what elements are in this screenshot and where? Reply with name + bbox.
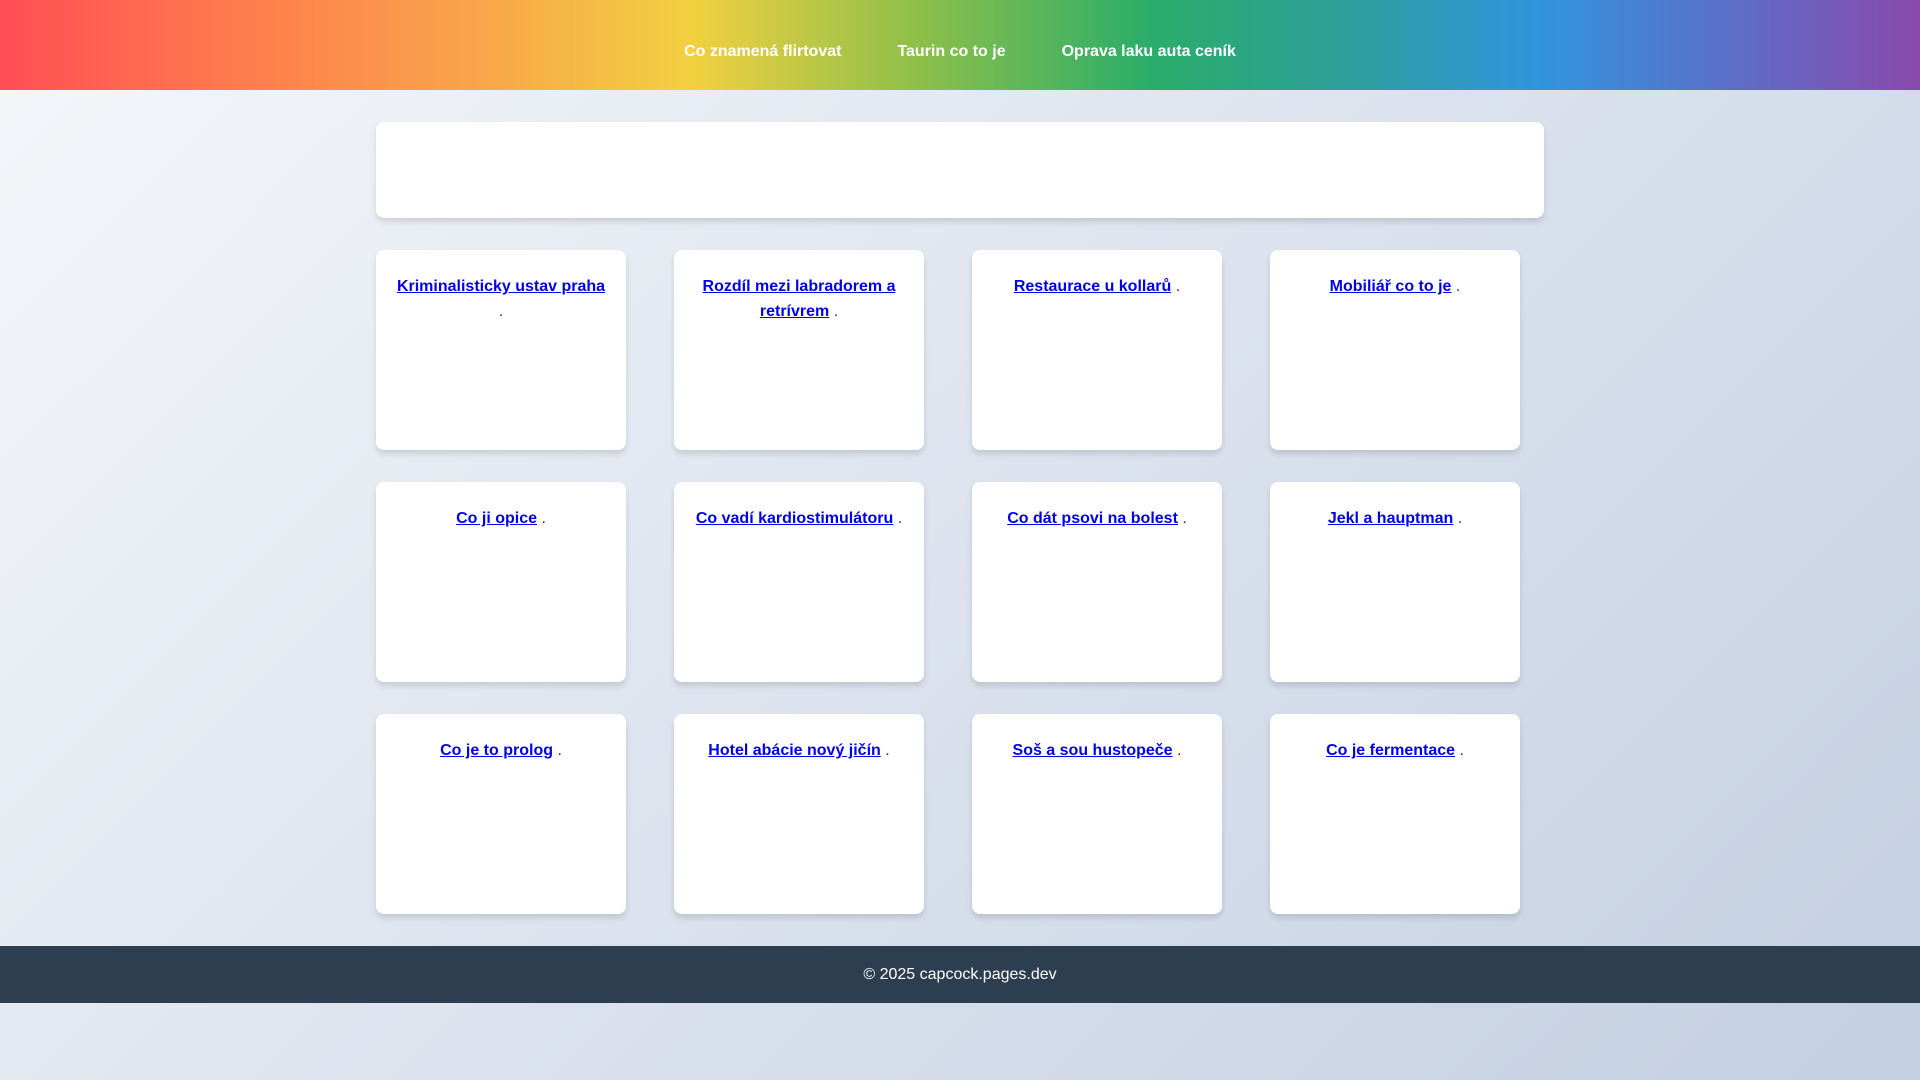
article-link[interactable]: Co je to prolog (440, 742, 553, 759)
article-link[interactable]: Hotel abácie nový jičín (708, 742, 881, 759)
nav-link-taurin[interactable]: Taurin co to je (897, 43, 1005, 61)
article-card: Restaurace u kollarů . (972, 250, 1222, 450)
article-link[interactable]: Co dát psovi na bolest (1007, 510, 1178, 527)
article-card: Mobiliář co to je . (1270, 250, 1520, 450)
article-card: Soš a sou hustopeče . (972, 714, 1222, 914)
article-link[interactable]: Restaurace u kollarů (1014, 278, 1171, 295)
article-suffix: . (897, 510, 903, 527)
article-suffix: . (557, 742, 562, 759)
article-card: Jekl a hauptman . (1270, 482, 1520, 682)
nav-link-flirtovat[interactable]: Co znamená flirtovat (684, 43, 841, 61)
article-link[interactable]: Rozdíl mezi labradorem a retrívrem (703, 278, 896, 320)
article-link[interactable]: Soš a sou hustopeče (1013, 742, 1173, 759)
copyright-text: © 2025 capcock.pages.dev (863, 965, 1057, 983)
article-suffix: . (885, 742, 890, 759)
article-card: Co ji opice . (376, 482, 626, 682)
article-suffix: . (1177, 742, 1182, 759)
article-link[interactable]: Co vadí kardiostimulátoru (696, 510, 893, 527)
article-card: Co je to prolog . (376, 714, 626, 914)
article-suffix: . (1182, 510, 1187, 527)
article-link[interactable]: Kriminalisticky ustav praha (397, 278, 605, 295)
site-footer: © 2025 capcock.pages.dev (0, 946, 1920, 1003)
article-suffix: . (833, 303, 839, 320)
article-card: Hotel abácie nový jičín . (674, 714, 924, 914)
article-link[interactable]: Jekl a hauptman (1328, 510, 1453, 527)
article-card: Kriminalisticky ustav praha . (376, 250, 626, 450)
article-link[interactable]: Co ji opice (456, 510, 537, 527)
site-header: Co znamená flirtovat Taurin co to je Opr… (0, 0, 1920, 90)
article-suffix: . (1175, 278, 1181, 295)
article-suffix: . (541, 510, 546, 527)
article-card: Co je fermentace . (1270, 714, 1520, 914)
nav-link-oprava-laku[interactable]: Oprava laku auta ceník (1062, 43, 1236, 61)
ad-banner (376, 122, 1544, 218)
article-card: Rozdíl mezi labradorem a retrívrem . (674, 250, 924, 450)
article-suffix: . (1457, 510, 1463, 527)
article-suffix: . (498, 303, 504, 320)
article-grid: Kriminalisticky ustav praha . Rozdíl mez… (376, 250, 1520, 914)
article-card: Co dát psovi na bolest . (972, 482, 1222, 682)
article-card: Co vadí kardiostimulátoru . (674, 482, 924, 682)
article-link[interactable]: Co je fermentace (1326, 742, 1455, 759)
article-suffix: . (1455, 278, 1461, 295)
article-link[interactable]: Mobiliář co to je (1330, 278, 1452, 295)
article-suffix: . (1459, 742, 1464, 759)
